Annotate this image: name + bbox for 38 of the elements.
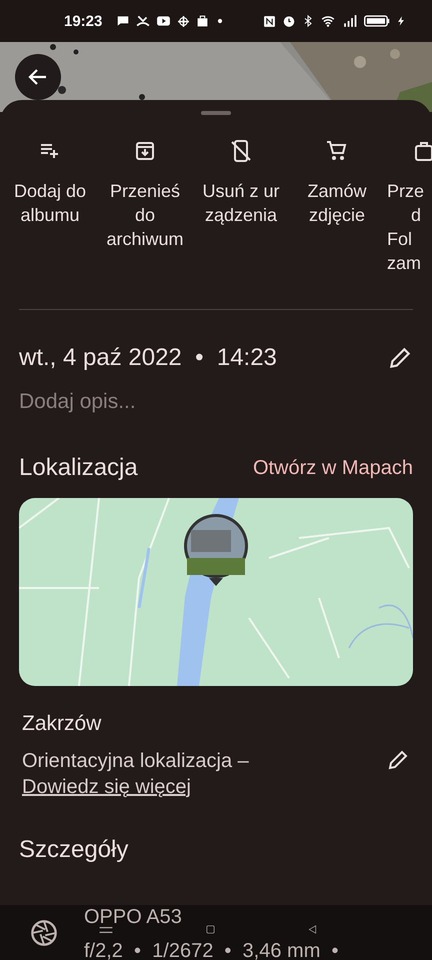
chat-bubble-icon	[116, 14, 130, 28]
pencil-icon	[386, 748, 410, 772]
description-field[interactable]: Dodaj opis...	[19, 390, 319, 414]
open-maps-link[interactable]: Otwórz w Mapach	[252, 456, 413, 480]
action-button[interactable]: Dodaj do albumu	[3, 139, 97, 309]
edit-button[interactable]	[387, 345, 413, 371]
cart-icon	[325, 139, 349, 163]
section-heading: Szczegóły	[19, 836, 130, 864]
drag-handle[interactable]	[201, 111, 231, 115]
bluetooth-icon	[302, 14, 314, 28]
archive-icon	[133, 139, 157, 163]
action-button[interactable]: Zamów zdjęcie	[289, 139, 385, 309]
action-button[interactable]: Prze d Fol zam	[387, 139, 432, 309]
battery-icon	[364, 14, 390, 28]
wifi-icon	[320, 14, 336, 28]
home-icon	[205, 924, 216, 935]
device-name: OPPO A53	[84, 906, 182, 928]
pencil-icon	[387, 345, 413, 371]
signal-icon	[342, 14, 358, 28]
exif-info: f/2,2 • 1/2672 • 3,46 mm •	[84, 940, 338, 960]
location-note: Orientacyjna lokalizacja – Dowiedz się więcej	[22, 749, 250, 800]
place-name: Zakrzów	[22, 712, 102, 736]
action-button[interactable]: Usuń z ur ządzenia	[193, 139, 289, 309]
action-button[interactable]: Przenieś do archiwum	[97, 139, 193, 309]
phone-crossed-icon	[229, 139, 253, 163]
bag-icon	[196, 14, 210, 28]
section-heading: Lokalizacja	[19, 454, 138, 482]
date-time: wt., 4 paź 2022 • 14:23	[19, 344, 278, 372]
back-icon	[307, 924, 318, 935]
clock-time: 19:23	[64, 12, 102, 30]
charging-icon	[396, 14, 406, 28]
play-icon	[156, 14, 172, 28]
menu-icon	[98, 924, 114, 934]
edit-location-button[interactable]	[386, 748, 410, 772]
bag-icon	[412, 139, 432, 163]
nfc-icon	[263, 14, 276, 28]
learn-more-link[interactable]: Dowiedz się więcej	[22, 776, 191, 798]
aperture-icon	[30, 918, 58, 946]
